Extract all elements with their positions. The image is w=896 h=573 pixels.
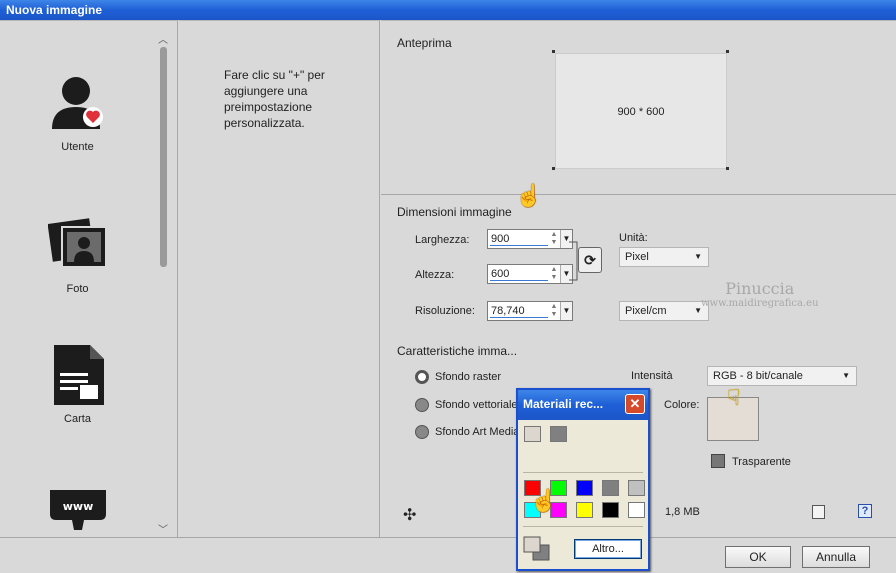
units-label: Unità:: [619, 232, 648, 244]
preset-paper[interactable]: Carta: [30, 343, 125, 425]
preset-hint-text: Fare clic su "+" per aggiungere una prei…: [224, 68, 325, 130]
color-label: Colore:: [664, 399, 700, 411]
popup-title: Materiali rec...: [523, 397, 604, 411]
more-colors-button[interactable]: Altro...: [574, 539, 642, 559]
image-preview: 900 * 600: [555, 53, 727, 169]
preset-user[interactable]: Utente: [30, 71, 125, 153]
preset-label: Utente: [61, 141, 94, 153]
scroll-down-icon[interactable]: ﹀: [157, 521, 169, 536]
resolution-input[interactable]: 78,740 ▲ ▼ ▼: [487, 301, 573, 321]
spin-arrows-icon[interactable]: ▲ ▼: [549, 303, 559, 319]
close-icon[interactable]: ✕: [625, 394, 645, 414]
width-label: Larghezza:: [415, 234, 470, 246]
watermark-name: Pinuccia: [725, 279, 795, 298]
width-input[interactable]: 900 ▲ ▼ ▼: [487, 229, 573, 249]
help-icon[interactable]: ?: [858, 504, 872, 518]
preview-size: 900 * 600: [617, 106, 665, 118]
link-bracket: [569, 241, 578, 281]
scroll-thumb[interactable]: [160, 47, 167, 267]
palette-color-swatch[interactable]: [576, 502, 593, 518]
preview-title: Anteprima: [397, 36, 452, 50]
info-icon[interactable]: [812, 505, 825, 519]
cancel-button[interactable]: Annulla: [802, 546, 870, 568]
pointing-hand-icon: ☝: [530, 488, 558, 513]
preset-hint-panel: Fare clic su "+" per aggiungere una prei…: [179, 20, 380, 537]
web-icon: www: [48, 486, 108, 534]
transparent-label[interactable]: Trasparente: [732, 456, 791, 468]
palette-color-swatch[interactable]: [602, 502, 619, 518]
preview-corner: [726, 167, 729, 170]
intensity-value: RGB - 8 bit/canale: [713, 370, 803, 382]
palette-color-swatch[interactable]: [602, 480, 619, 496]
intensity-label: Intensità: [631, 370, 673, 382]
recent-color-swatch[interactable]: [524, 426, 541, 442]
popup-title-bar: Materiali rec... ✕: [518, 390, 648, 420]
resolution-unit-select[interactable]: Pixel/cm ▼: [619, 301, 709, 321]
preview-corner: [726, 50, 729, 53]
section-divider: [381, 194, 896, 195]
palette-color-swatch[interactable]: [628, 502, 645, 518]
add-preset-icon[interactable]: ✣: [403, 505, 416, 525]
resolution-value: 78,740: [491, 305, 525, 317]
pointing-hand-icon: ☟: [727, 385, 741, 410]
preset-label: Carta: [64, 413, 91, 425]
memory-size: 1,8 MB: [665, 506, 700, 518]
photo-icon: [47, 213, 108, 277]
link-icon: ⟳: [584, 252, 596, 268]
recent-materials-popup: Materiali rec... ✕ Altro... ☝: [516, 388, 650, 571]
spin-arrows-icon[interactable]: ▲ ▼: [549, 266, 559, 282]
new-image-dialog: Utente Foto Carta www ︿ ﹀ Fare clic su "…: [0, 20, 896, 573]
artmedia-label[interactable]: Sfondo Art Media: [435, 426, 519, 438]
vector-label[interactable]: Sfondo vettoriale: [435, 399, 518, 411]
height-input[interactable]: 600 ▲ ▼ ▼: [487, 264, 573, 284]
lock-aspect-ratio-button[interactable]: ⟳: [578, 247, 602, 273]
resolution-label: Risoluzione:: [415, 305, 475, 317]
recent-color-swatch[interactable]: [550, 426, 567, 442]
chevron-down-icon: ▼: [694, 252, 702, 261]
palette-color-swatch[interactable]: [576, 480, 593, 496]
preset-label: Foto: [66, 283, 89, 295]
units-value: Pixel: [625, 251, 649, 263]
preview-corner: [552, 50, 555, 53]
button-bar: OK Annulla: [0, 537, 896, 573]
resolution-unit-value: Pixel/cm: [625, 305, 667, 317]
scroll-up-icon[interactable]: ︿: [157, 31, 169, 46]
preset-list: Utente Foto Carta www ︿ ﹀: [0, 20, 178, 537]
transparent-checkbox[interactable]: [711, 454, 725, 468]
units-select[interactable]: Pixel ▼: [619, 247, 709, 267]
popup-divider: [523, 526, 643, 527]
watermark: Pinuccia www.maidiregrafica.eu: [701, 279, 819, 309]
fg-bg-swatch-icon[interactable]: [523, 536, 551, 562]
popup-divider: [523, 472, 643, 473]
vector-radio[interactable]: [415, 398, 429, 412]
height-value: 600: [491, 268, 510, 280]
paper-icon: [48, 343, 108, 407]
window-title: Nuova immagine: [0, 0, 896, 20]
palette-color-swatch[interactable]: [628, 480, 645, 496]
watermark-site: www.maidiregrafica.eu: [701, 298, 819, 309]
svg-text:www: www: [62, 500, 93, 513]
preview-corner: [552, 167, 555, 170]
intensity-select[interactable]: RGB - 8 bit/canale ▼: [707, 366, 857, 386]
preset-scrollbar[interactable]: ︿ ﹀: [157, 33, 169, 538]
ok-button[interactable]: OK: [725, 546, 791, 568]
raster-label[interactable]: Sfondo raster: [435, 371, 501, 383]
chevron-down-icon[interactable]: ▼: [560, 302, 572, 320]
preset-web[interactable]: www: [30, 486, 125, 534]
pointing-hand-icon: ☝: [515, 183, 543, 208]
preset-photo[interactable]: Foto: [30, 213, 125, 295]
user-icon: [48, 71, 108, 135]
dimensions-title: Dimensioni immagine: [397, 205, 512, 219]
height-label: Altezza:: [415, 269, 455, 281]
artmedia-radio[interactable]: [415, 425, 429, 439]
width-value: 900: [491, 233, 510, 245]
characteristics-title: Caratteristiche imma...: [397, 344, 518, 358]
chevron-down-icon: ▼: [842, 371, 850, 380]
spin-arrows-icon[interactable]: ▲ ▼: [549, 231, 559, 247]
raster-radio[interactable]: [415, 370, 429, 384]
